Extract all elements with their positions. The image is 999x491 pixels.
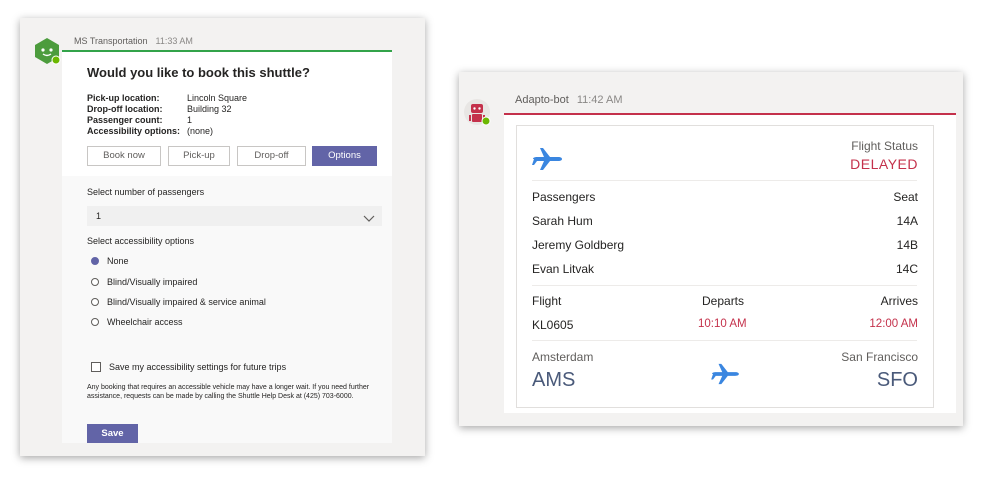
radio-label: Wheelchair access — [107, 317, 183, 327]
destination-city: San Francisco — [841, 350, 918, 364]
radio-option-none[interactable]: None — [91, 255, 129, 267]
save-settings-checkbox-row[interactable]: Save my accessibility settings for futur… — [91, 361, 286, 373]
passenger-seat: 14C — [895, 262, 918, 276]
flight-header: Flight — [532, 294, 562, 308]
passenger-name: Jeremy Goldberg — [532, 238, 625, 252]
save-settings-checkbox[interactable] — [91, 362, 101, 372]
origin-code: AMS — [532, 369, 576, 391]
fact-label-pickup: Pick-up location: — [87, 93, 160, 103]
fact-label-dropoff: Drop-off location: — [87, 104, 163, 114]
divider — [532, 285, 917, 286]
fact-value-passengers: 1 — [187, 115, 193, 125]
message-time: 11:42 AM — [576, 94, 623, 106]
passengers-select-value: 1 — [96, 211, 102, 221]
passenger-seat: 14B — [896, 238, 918, 252]
flight-status-value: DELAYED — [850, 156, 918, 172]
radio-label: Blind/Visually impaired & service animal — [107, 297, 266, 307]
accessibility-options-label: Select accessibility options — [87, 236, 195, 246]
sender-name: MS Transportation — [74, 36, 148, 46]
sender-name: Adapto-bot — [515, 94, 569, 106]
passenger-name: Sarah Hum — [532, 214, 593, 228]
radio-button[interactable] — [91, 318, 99, 326]
save-button[interactable]: Save — [87, 424, 138, 443]
radio-label: Blind/Visually impaired — [107, 277, 198, 287]
radio-button[interactable] — [91, 298, 99, 306]
message-time: 11:33 AM — [155, 36, 193, 46]
shuttle-bot-avatar-icon[interactable] — [33, 37, 61, 65]
flight-number: KL0605 — [532, 318, 574, 332]
destination-code: SFO — [876, 369, 918, 391]
accessibility-note: Any booking that requires an accessible … — [87, 384, 370, 400]
origin-city: Amsterdam — [532, 350, 594, 364]
radio-option-blind[interactable]: Blind/Visually impaired — [91, 276, 197, 288]
passenger-seat: 14A — [896, 214, 918, 228]
adapto-bot-avatar-icon[interactable] — [463, 98, 491, 126]
passengers-select[interactable]: 1 — [87, 206, 382, 226]
fact-label-passengers: Passenger count: — [87, 115, 163, 125]
divider — [532, 180, 917, 181]
radio-button-checked[interactable] — [91, 257, 99, 265]
arrives-time: 12:00 AM — [869, 318, 918, 330]
arrives-header: Arrives — [880, 294, 918, 308]
card-title: Would you like to book this shuttle? — [87, 65, 310, 80]
airplane-icon — [531, 146, 563, 172]
chevron-down-icon — [363, 210, 375, 222]
flight-status-label: Flight Status — [851, 139, 918, 153]
passenger-name: Evan Litvak — [532, 262, 595, 276]
flight-message-window: Adapto-bot 11:42 AM Flight Status DELAYED… — [459, 72, 963, 426]
airplane-icon — [710, 362, 740, 386]
shuttle-booking-card: Would you like to book this shuttle? Pic… — [62, 50, 392, 443]
divider — [532, 340, 917, 341]
radio-option-blind-service-animal[interactable]: Blind/Visually impaired & service animal — [91, 296, 266, 308]
fact-value-pickup: Lincoln Square — [187, 93, 248, 103]
departs-header: Departs — [702, 294, 745, 308]
pick-up-button[interactable]: Pick-up — [168, 146, 230, 166]
save-settings-label: Save my accessibility settings for futur… — [109, 362, 287, 372]
flight-status-card: Flight Status DELAYED Passengers Seat Sa… — [504, 113, 956, 413]
options-button[interactable]: Options — [312, 146, 377, 166]
fact-value-accessibility: (none) — [187, 126, 214, 136]
passengers-header: Passengers — [532, 190, 596, 204]
radio-button[interactable] — [91, 278, 99, 286]
book-now-button[interactable]: Book now — [87, 146, 161, 166]
passengers-select-label: Select number of passengers — [87, 187, 205, 197]
radio-label: None — [107, 256, 129, 266]
fact-label-accessibility: Accessibility options: — [87, 126, 181, 136]
fact-value-dropoff: Building 32 — [187, 104, 232, 114]
shuttle-message-window: MS Transportation 11:33 AM Would you like… — [20, 18, 425, 456]
flight-card-body: Flight Status DELAYED Passengers Seat Sa… — [516, 125, 934, 408]
message-header: Adapto-bot 11:42 AM — [515, 94, 623, 106]
seat-header: Seat — [893, 190, 918, 204]
message-header: MS Transportation 11:33 AM — [74, 36, 193, 46]
departs-time: 10:10 AM — [698, 318, 747, 330]
radio-option-wheelchair[interactable]: Wheelchair access — [91, 316, 183, 328]
drop-off-button[interactable]: Drop-off — [237, 146, 306, 166]
